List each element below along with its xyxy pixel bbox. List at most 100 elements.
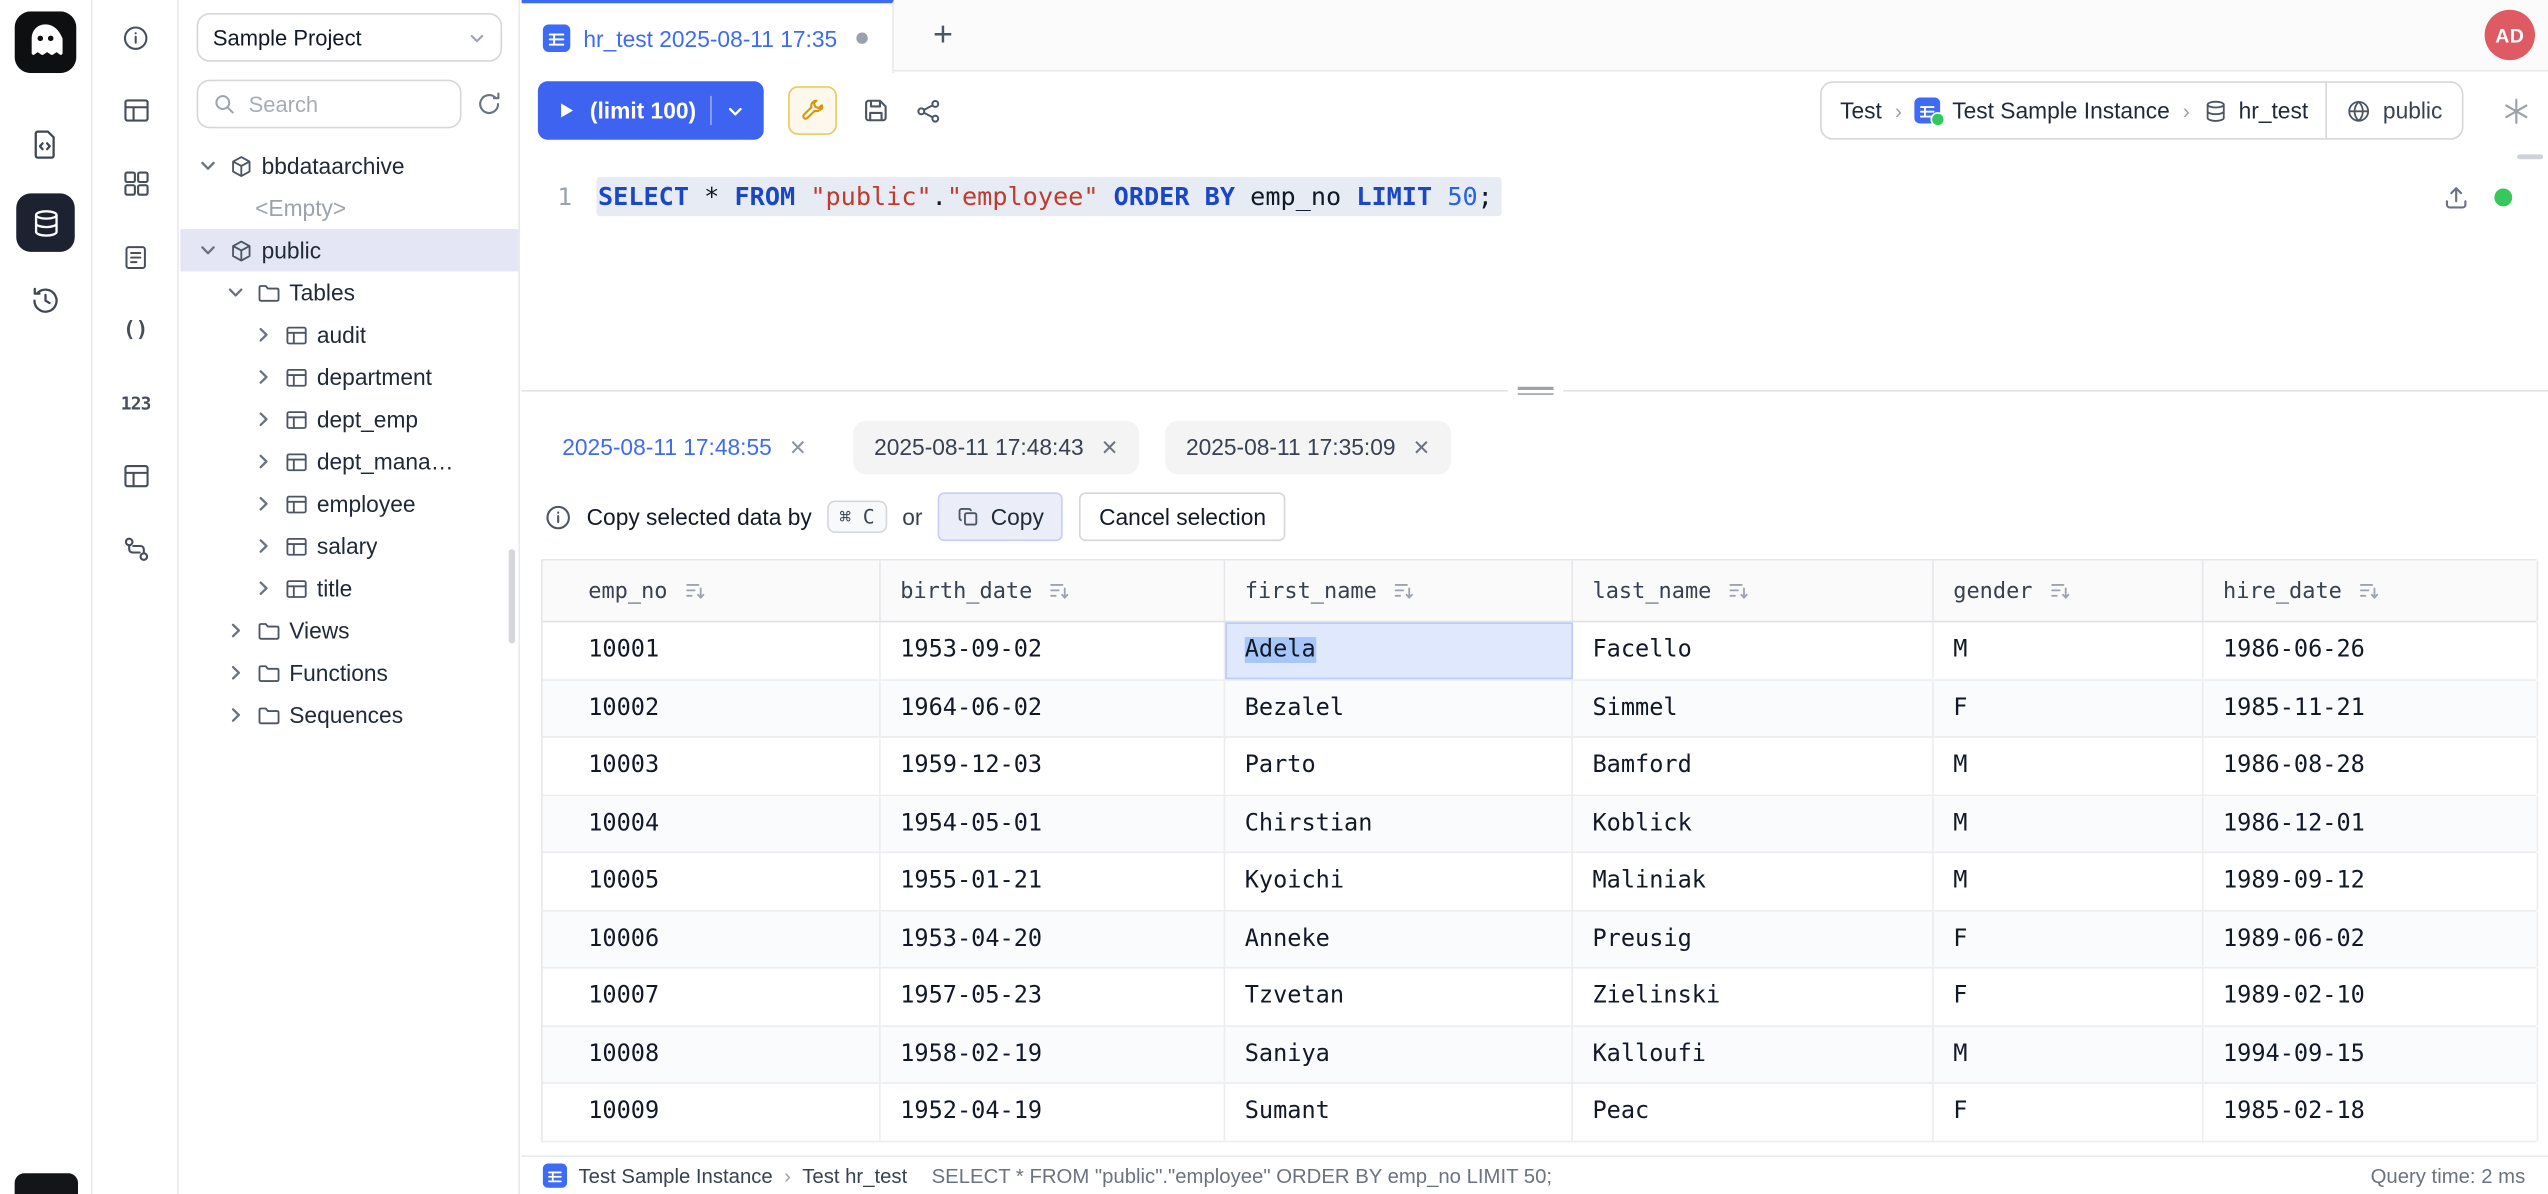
tree-item-dept-mana[interactable]: dept_mana… <box>180 440 518 482</box>
table-cell[interactable]: Kalloufi <box>1573 1026 1934 1082</box>
worksheet-tab[interactable]: hr_test 2025-08-11 17:35 <box>522 0 894 73</box>
run-query-button[interactable]: (limit 100) <box>538 81 764 140</box>
tree-item-functions[interactable]: Functions <box>180 652 518 694</box>
table-cell[interactable]: 10004 <box>543 795 881 851</box>
column-header-birth_date[interactable]: birth_date <box>881 561 1226 621</box>
table-cell[interactable]: 1989-02-10 <box>2204 969 2539 1025</box>
table-tool-button[interactable] <box>116 91 155 130</box>
table-cell[interactable]: 1985-02-18 <box>2204 1084 2539 1140</box>
document-tool-button[interactable] <box>116 237 155 276</box>
table-cell[interactable]: Simmel <box>1573 680 1934 736</box>
app-logo[interactable] <box>15 11 77 73</box>
chevron-down-icon[interactable] <box>197 156 220 176</box>
splitter-grip-icon[interactable] <box>1507 384 1562 399</box>
table-cell[interactable]: 1985-11-21 <box>2204 680 2539 736</box>
table-cell[interactable]: 10008 <box>543 1026 881 1082</box>
column-header-first_name[interactable]: first_name <box>1225 561 1573 621</box>
table-cell[interactable]: Tzvetan <box>1225 969 1573 1025</box>
copy-button[interactable]: Copy <box>937 492 1063 541</box>
table-cell[interactable]: 1986-08-28 <box>2204 738 2539 794</box>
chevron-right-icon[interactable] <box>252 325 275 345</box>
tree-item-views[interactable]: Views <box>180 609 518 651</box>
table-cell[interactable]: Adela <box>1225 622 1573 678</box>
close-icon[interactable]: × <box>1413 433 1429 461</box>
column-header-gender[interactable]: gender <box>1934 561 2204 621</box>
search-input[interactable] <box>245 90 445 118</box>
table-cell[interactable]: Anneke <box>1225 911 1573 967</box>
tree-item-audit[interactable]: audit <box>180 314 518 356</box>
table-cell[interactable]: F <box>1934 911 2204 967</box>
table-cell[interactable]: M <box>1934 738 2204 794</box>
chevron-right-icon[interactable] <box>224 705 247 725</box>
close-icon[interactable]: × <box>1102 433 1118 461</box>
chevron-right-icon[interactable] <box>224 663 247 683</box>
table-cell[interactable]: 1959-12-03 <box>881 738 1226 794</box>
tree-item-dept-emp[interactable]: dept_emp <box>180 398 518 440</box>
table-cell[interactable]: F <box>1934 969 2204 1025</box>
tree-item-sequences[interactable]: Sequences <box>180 694 518 736</box>
table-cell[interactable]: 1986-12-01 <box>2204 795 2539 851</box>
table-cell[interactable]: 10003 <box>543 738 881 794</box>
column-header-hire_date[interactable]: hire_date <box>2204 561 2539 621</box>
status-sheet[interactable]: Test hr_test <box>802 1164 907 1187</box>
activity-bar-bottom-panel[interactable] <box>15 1173 78 1194</box>
history-nav-button[interactable] <box>16 271 75 330</box>
chevron-down-icon[interactable] <box>727 102 745 120</box>
sql-editor[interactable]: 1 SELECT * FROM "public"."employee" ORDE… <box>522 150 2548 391</box>
column-header-emp_no[interactable]: emp_no <box>543 561 881 621</box>
flow-tool-button[interactable] <box>116 530 155 569</box>
result-tab[interactable]: 2025-08-11 17:48:55× <box>541 420 827 474</box>
info-tool-button[interactable] <box>116 18 155 57</box>
table-cell[interactable]: Koblick <box>1573 795 1934 851</box>
table-cell[interactable]: Preusig <box>1573 911 1934 967</box>
table-cell[interactable]: 1954-05-01 <box>881 795 1226 851</box>
grid-tool-button[interactable] <box>116 164 155 203</box>
table-cell[interactable]: Maliniak <box>1573 853 1934 909</box>
save-button[interactable] <box>862 96 891 125</box>
databases-nav-button[interactable] <box>16 193 75 252</box>
tree-item-title[interactable]: title <box>180 567 518 609</box>
table-cell[interactable]: Facello <box>1573 622 1934 678</box>
table-cell[interactable]: 1953-04-20 <box>881 911 1226 967</box>
table-cell[interactable]: 1953-09-02 <box>881 622 1226 678</box>
ai-assistant-icon[interactable] <box>2501 95 2532 126</box>
table-cell[interactable]: 1952-04-19 <box>881 1084 1226 1140</box>
table-cell[interactable]: 1994-09-15 <box>2204 1026 2539 1082</box>
table-cell[interactable]: 1989-06-02 <box>2204 911 2539 967</box>
sql-statement[interactable]: SELECT * FROM "public"."employee" ORDER … <box>596 177 1501 216</box>
chevron-right-icon[interactable] <box>252 452 275 472</box>
chevron-right-icon[interactable] <box>252 410 275 430</box>
breadcrumb-environment[interactable]: Test › Test Sample Instance › hr_test <box>1822 83 2326 138</box>
table-cell[interactable]: 1964-06-02 <box>881 680 1226 736</box>
table-cell[interactable]: 10006 <box>543 911 881 967</box>
chevron-right-icon[interactable] <box>252 367 275 387</box>
table-cell[interactable]: M <box>1934 622 2204 678</box>
table-cell[interactable]: 1989-09-12 <box>2204 853 2539 909</box>
table-cell[interactable]: 10009 <box>543 1084 881 1140</box>
sort-icon[interactable] <box>1049 580 1070 601</box>
sidebar-scrollbar[interactable] <box>509 549 516 643</box>
table-cell[interactable]: Sumant <box>1225 1084 1573 1140</box>
admin-mode-button[interactable] <box>789 86 838 135</box>
table-cell[interactable]: 1955-01-21 <box>881 853 1226 909</box>
table-cell[interactable]: 10001 <box>543 622 881 678</box>
sort-icon[interactable] <box>1393 580 1414 601</box>
tree-item-salary[interactable]: salary <box>180 525 518 567</box>
table-cell[interactable]: Bamford <box>1573 738 1934 794</box>
tree-item-empty[interactable]: <Empty> <box>180 187 518 229</box>
table-cell[interactable]: 10007 <box>543 969 881 1025</box>
table-cell[interactable]: 1957-05-23 <box>881 969 1226 1025</box>
editor-scrollbar[interactable] <box>2517 154 2543 159</box>
table-cell[interactable]: Zielinski <box>1573 969 1934 1025</box>
result-tab[interactable]: 2025-08-11 17:48:43× <box>853 420 1139 474</box>
sort-icon[interactable] <box>2049 580 2070 601</box>
sql-editor-nav-button[interactable] <box>16 115 75 174</box>
tree-item-department[interactable]: department <box>180 356 518 398</box>
table-cell[interactable]: 1958-02-19 <box>881 1026 1226 1082</box>
result-tab[interactable]: 2025-08-11 17:35:09× <box>1165 420 1451 474</box>
table-cell[interactable]: F <box>1934 1084 2204 1140</box>
sort-icon[interactable] <box>1728 580 1749 601</box>
user-avatar[interactable]: AD <box>2485 10 2535 60</box>
close-icon[interactable]: × <box>790 433 806 461</box>
refresh-icon[interactable] <box>476 91 502 117</box>
